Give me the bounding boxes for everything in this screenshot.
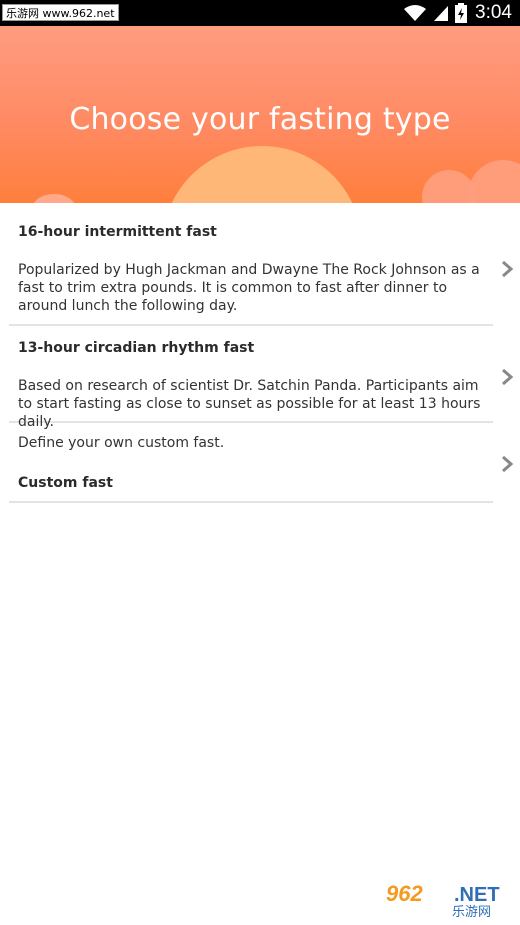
option-title: 16-hour intermittent fast: [18, 224, 217, 240]
site-watermark-logo: 962 .NET 乐游网: [382, 879, 512, 919]
watermark-suffix: .NET: [454, 884, 500, 906]
fasting-option-13-hour[interactable]: 13-hour circadian rhythm fast Based on r…: [9, 326, 514, 430]
wifi-icon: [404, 5, 427, 21]
option-description: Define your own custom fast.: [18, 435, 225, 451]
battery-icon: [455, 3, 468, 23]
sun-illustration: [162, 146, 362, 203]
fasting-option-custom[interactable]: Define your own custom fast. Custom fast: [9, 423, 514, 503]
option-description: Popularized by Hugh Jackman and Dwayne T…: [18, 262, 480, 314]
cloud-left: [32, 194, 76, 203]
page-title: Choose your fasting type: [69, 102, 451, 137]
status-time: 3:04: [475, 2, 512, 23]
watermark-number: 962: [386, 881, 423, 906]
watermark-label: 乐游网 www.962.net: [2, 4, 119, 21]
cloud-right-2: [468, 160, 520, 203]
chevron-right-icon: [502, 368, 514, 386]
chevron-right-icon: [502, 455, 514, 473]
fasting-type-list: 16-hour intermittent fast Popularized by…: [0, 203, 520, 503]
signal-icon: [434, 6, 449, 21]
chevron-right-icon: [502, 260, 514, 278]
fasting-option-16-hour[interactable]: 16-hour intermittent fast Popularized by…: [9, 203, 514, 326]
watermark-name: 乐游网: [452, 905, 491, 919]
option-title: Custom fast: [18, 475, 113, 491]
status-icons: 3:04: [403, 2, 512, 24]
option-title: 13-hour circadian rhythm fast: [18, 340, 255, 356]
status-bar: 乐游网 www.962.net 3:04: [0, 0, 520, 26]
header-banner: Choose your fasting type: [0, 26, 520, 203]
